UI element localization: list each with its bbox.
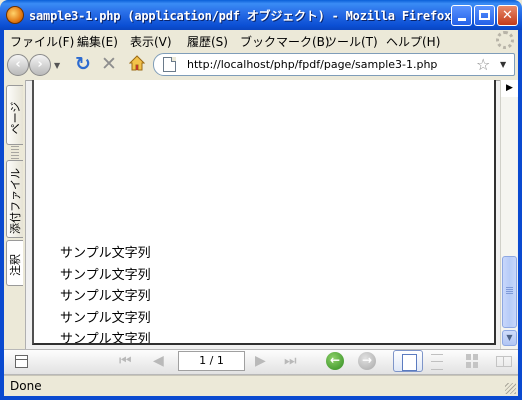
reload-icon[interactable]: ↻ (75, 53, 91, 75)
pdf-text-line: サンプル文字列 (60, 289, 151, 304)
next-view-button[interactable]: → (358, 352, 376, 370)
url-dropdown-icon[interactable]: ▼ (500, 60, 506, 69)
status-bar: Done (4, 375, 518, 396)
menu-file[interactable]: ファイル(F) (10, 33, 74, 50)
first-page-icon[interactable]: ⏮ (119, 353, 132, 369)
tab-pages-label: ページ (9, 101, 22, 135)
vertical-scrollbar[interactable]: ▶ ▼ (500, 80, 518, 349)
page-indicator: 1 / 1 (199, 354, 224, 367)
menu-help[interactable]: ヘルプ(H) (386, 33, 440, 50)
tab-pages[interactable]: ページ (6, 85, 23, 145)
firefox-icon[interactable] (6, 6, 24, 24)
pdf-text-line: サンプル文字列 (60, 268, 151, 283)
facing-view-button[interactable] (496, 350, 512, 372)
resize-grip-icon[interactable] (505, 383, 516, 394)
window-title: sample3-1.php (application/pdf オブジェクト) -… (29, 9, 452, 23)
forward-view-icon: → (361, 353, 373, 367)
back-arrow-icon: ‹ (15, 57, 21, 72)
tab-annotations[interactable]: 注釈 (6, 240, 23, 286)
url-text[interactable]: http://localhost/php/fpdf/page/sample3-1… (187, 58, 437, 71)
menu-history[interactable]: 履歴(S) (187, 33, 228, 50)
status-text: Done (10, 379, 42, 393)
last-page-icon[interactable]: ⏭ (284, 353, 297, 369)
tab-annotations-label: 注釈 (9, 254, 22, 276)
forward-button[interactable]: › (29, 54, 51, 76)
minimize-icon (457, 18, 466, 21)
back-view-icon: ← (329, 353, 341, 367)
next-page-icon[interactable]: ▶ (255, 353, 266, 369)
maximize-button[interactable] (474, 5, 495, 26)
single-page-view-button[interactable] (393, 350, 423, 372)
menu-bookmarks[interactable]: ブックマーク(B) (240, 33, 330, 50)
pdf-text-line: サンプル文字列 (60, 311, 151, 326)
title-bar[interactable]: sample3-1.php (application/pdf オブジェクト) -… (0, 0, 522, 30)
tab-attachments-label: 添付ファイル (9, 168, 22, 234)
continuous-view-button[interactable] (431, 350, 445, 372)
window-frame-right (518, 30, 522, 400)
url-bar[interactable]: http://localhost/php/fpdf/page/sample3-1… (153, 53, 515, 76)
previous-view-button[interactable]: ← (326, 352, 344, 370)
window-frame-bottom (0, 396, 522, 400)
pdf-text-line: サンプル文字列 (60, 332, 151, 345)
back-button[interactable]: ‹ (7, 54, 29, 76)
menu-bar: ファイル(F) 編集(E) 表示(V) 履歴(S) ブックマーク(B) ツール(… (4, 30, 518, 50)
previous-page-icon[interactable]: ◀ (153, 353, 164, 369)
throbber-icon (496, 31, 514, 49)
tab-attachments[interactable]: 添付ファイル (6, 160, 23, 238)
scroll-down-icon[interactable]: ▼ (502, 330, 517, 346)
history-dropdown-icon[interactable]: ▼ (54, 61, 60, 70)
close-button[interactable]: ✕ (497, 5, 518, 26)
menu-tools[interactable]: ツール(T) (325, 33, 378, 50)
minimize-button[interactable] (451, 5, 472, 26)
continuous-facing-view-button[interactable] (466, 350, 480, 372)
close-icon: ✕ (502, 8, 513, 23)
sidebar-toggle-icon[interactable] (15, 355, 28, 368)
scrollbar-thumb[interactable] (502, 256, 517, 328)
pdf-page[interactable]: サンプル文字列 サンプル文字列 サンプル文字列 サンプル文字列 サンプル文字列 (32, 80, 496, 345)
maximize-icon (479, 10, 490, 20)
menu-view[interactable]: 表示(V) (130, 33, 172, 50)
stop-icon[interactable]: ✕ (101, 53, 117, 75)
bookmark-star-icon[interactable]: ☆ (476, 55, 490, 74)
home-icon[interactable] (129, 55, 145, 71)
forward-arrow-icon: › (37, 57, 43, 72)
page-icon (163, 57, 176, 72)
pdf-text-line: サンプル文字列 (60, 246, 151, 261)
page-number-field[interactable]: 1 / 1 (178, 351, 245, 371)
scroll-expand-icon[interactable]: ▶ (501, 80, 518, 97)
menu-edit[interactable]: 編集(E) (77, 33, 118, 50)
